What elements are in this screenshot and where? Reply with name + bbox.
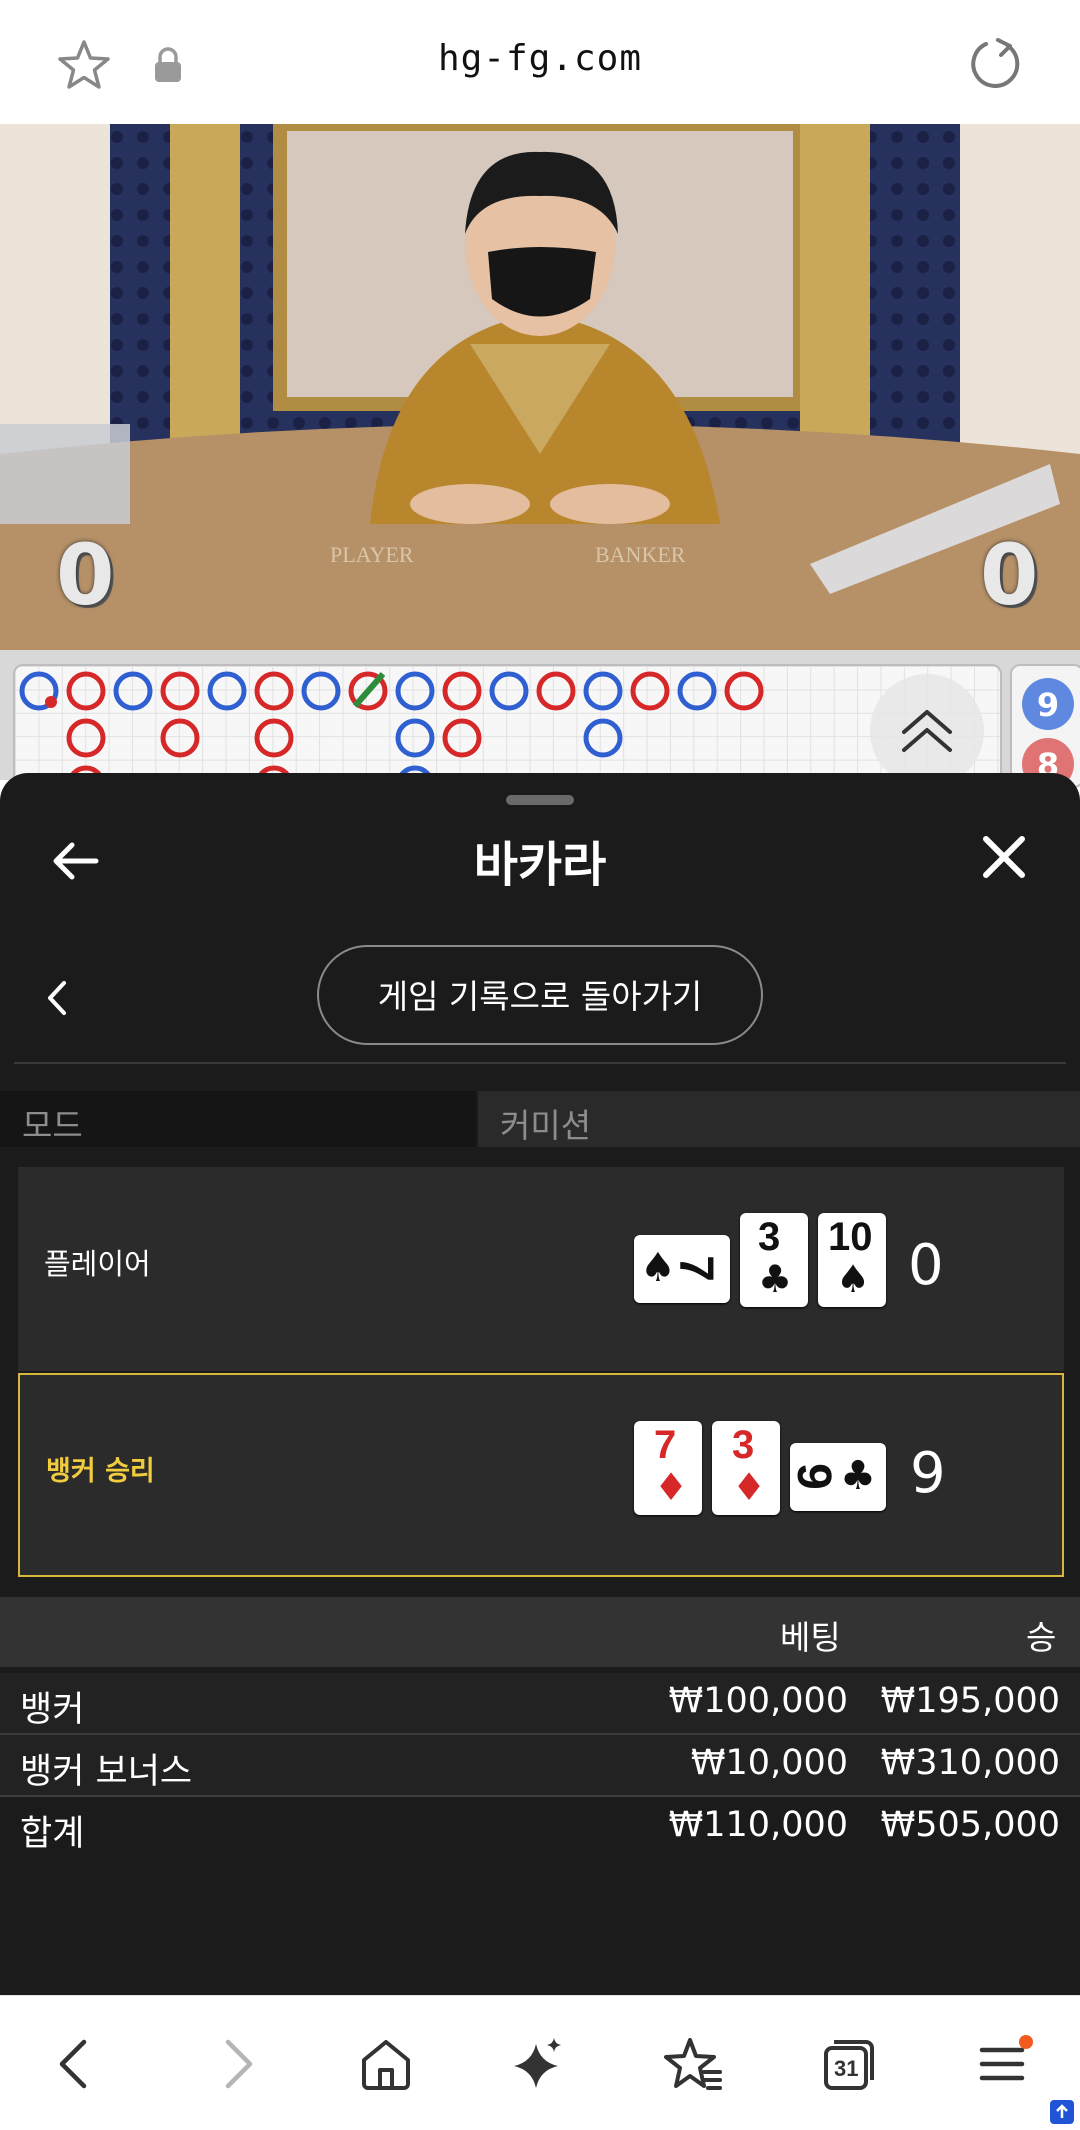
sparkle-icon[interactable] [508, 2034, 568, 2094]
back-icon[interactable] [46, 2034, 106, 2094]
live-dealer-video[interactable]: PLAYER BANKER 0 0 [0, 124, 1080, 650]
forward-icon[interactable] [206, 2034, 266, 2094]
card-rank: 3 [732, 1423, 755, 1467]
player-prediction-value: 9 [1037, 686, 1059, 724]
banker-card-2: 3 ♦ [712, 1421, 780, 1515]
banker-card-1: 7 ♦ [634, 1421, 702, 1515]
chevron-up-icon [902, 710, 952, 752]
download-badge-icon [1050, 2100, 1074, 2124]
mode-value: 커미션 [500, 1106, 592, 1145]
sheet-drag-handle[interactable] [506, 795, 574, 805]
tabs-icon[interactable]: 31 [818, 2034, 878, 2094]
home-icon[interactable] [356, 2034, 416, 2094]
total-win: ₩505,000 [880, 1805, 1060, 1845]
player-card-3: 10 ♠ [818, 1213, 886, 1307]
reload-icon[interactable] [968, 36, 1024, 92]
close-icon[interactable] [980, 833, 1028, 881]
club-suit-icon: ♣ [758, 1257, 793, 1301]
table-row: 뱅커 ₩100,000 ₩195,000 [0, 1673, 1080, 1733]
browser-bottom-nav: 31 [0, 1995, 1080, 2130]
card-rank: 9 [786, 1463, 840, 1490]
club-suit-icon: ♣ [840, 1453, 876, 1499]
bead-road-grid [13, 664, 1002, 788]
browser-top-bar: hg-fg.com [0, 0, 1080, 125]
mode-row: 모드 커미션 [0, 1091, 1080, 1147]
win-amount: ₩310,000 [880, 1743, 1060, 1783]
menu-icon[interactable] [974, 2034, 1034, 2094]
card-rank: 7 [668, 1255, 722, 1282]
next-result-indicator: 9 8 [1010, 664, 1080, 788]
banker-hand-total: 9 [910, 1441, 946, 1506]
roadmap-area: 9 8 [0, 650, 1080, 788]
address-bar-url[interactable]: hg-fg.com [0, 38, 1080, 79]
return-to-history-button[interactable]: 게임 기록으로 돌아가기 [317, 945, 763, 1045]
roadmap-beads [19, 671, 764, 786]
mode-label: 모드 [22, 1106, 83, 1145]
column-bet: 베팅 [780, 1618, 841, 1657]
total-bet: ₩110,000 [668, 1805, 848, 1845]
banker-card-3: 9 ♣ [787, 1443, 886, 1511]
divider [14, 1062, 1066, 1064]
chevron-left-icon[interactable] [44, 979, 70, 1017]
player-hand-total: 0 [908, 1233, 944, 1298]
player-hand: 플레이어 ♠ 7 3 ♣ 10 ♠ 0 [18, 1167, 1064, 1371]
bet-amount: ₩10,000 [690, 1743, 848, 1783]
table-row: 뱅커 보너스 ₩10,000 ₩310,000 [0, 1735, 1080, 1795]
sheet-title: 바카라 [473, 837, 607, 893]
bet-name: 뱅커 보너스 [20, 1752, 193, 1792]
tabs-count: 31 [834, 2056, 859, 2081]
bet-amount: ₩100,000 [668, 1681, 848, 1721]
table-row-total: 합계 ₩110,000 ₩505,000 [0, 1797, 1080, 1857]
total-label: 합계 [20, 1814, 85, 1854]
player-score: 0 [56, 526, 115, 624]
spade-suit-icon: ♠ [836, 1257, 871, 1301]
column-win: 승 [1026, 1618, 1057, 1657]
player-card-2: 3 ♣ [740, 1213, 808, 1307]
card-rank: 7 [654, 1423, 677, 1467]
bets-table-header: 베팅 승 [0, 1597, 1080, 1667]
expand-roadmap-button[interactable] [870, 674, 984, 788]
diamond-suit-icon: ♦ [654, 1465, 689, 1509]
bookmarks-icon[interactable] [664, 2034, 724, 2094]
bet-name: 뱅커 [20, 1690, 85, 1730]
dealer-scene: PLAYER BANKER [0, 124, 1080, 650]
table-text-player: PLAYER [330, 542, 414, 567]
player-hand-label: 플레이어 [44, 1247, 151, 1281]
player-card-1: ♠ 7 [634, 1235, 730, 1303]
diamond-suit-icon: ♦ [732, 1465, 767, 1509]
game-history-sheet: 바카라 게임 기록으로 돌아가기 모드 커미션 플레이어 ♠ 7 3 ♣ 10 … [0, 773, 1080, 1995]
table-text-banker: BANKER [595, 542, 686, 567]
win-amount: ₩195,000 [880, 1681, 1060, 1721]
banker-score: 0 [980, 526, 1039, 624]
card-rank: 10 [828, 1215, 873, 1259]
banker-hand: 뱅커 승리 7 ♦ 3 ♦ 9 ♣ 9 [18, 1373, 1064, 1577]
card-rank: 3 [758, 1215, 781, 1259]
banker-win-label: 뱅커 승리 [46, 1456, 155, 1487]
